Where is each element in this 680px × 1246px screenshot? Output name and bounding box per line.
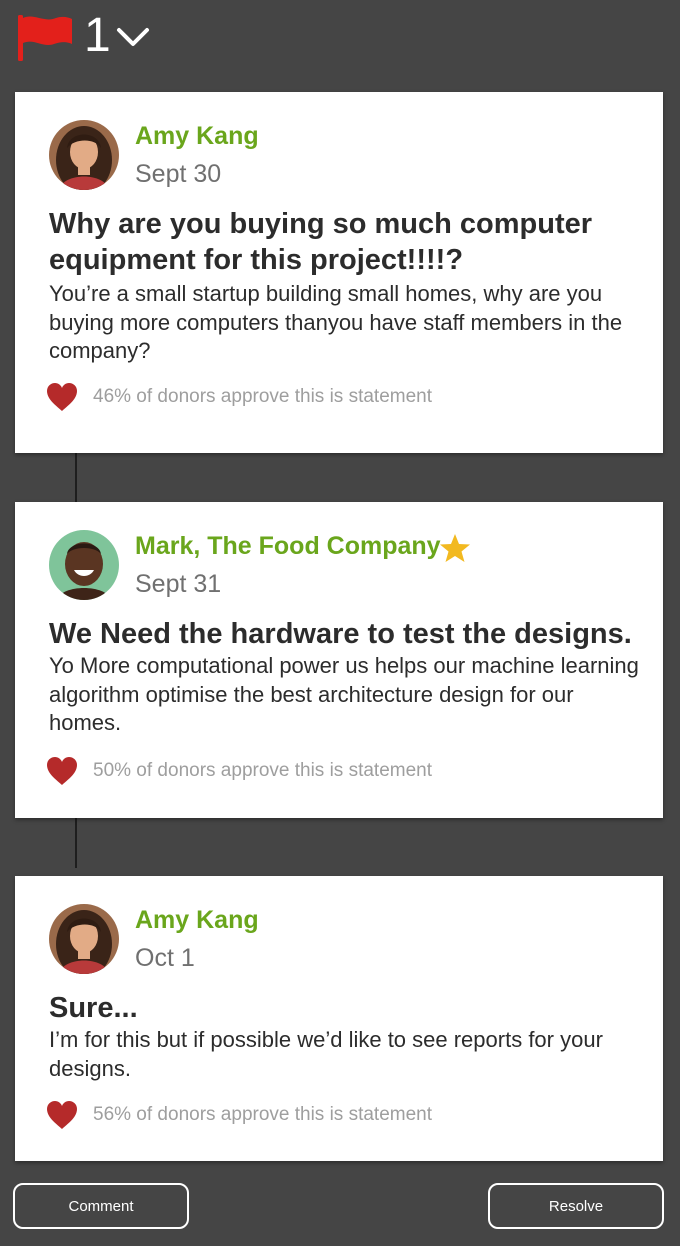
- comment-title: Sure...: [49, 992, 138, 1024]
- chevron-down-icon[interactable]: [116, 26, 150, 48]
- resolve-button[interactable]: Resolve: [488, 1183, 664, 1229]
- author-name[interactable]: Amy Kang: [135, 906, 259, 935]
- header: 1: [0, 0, 680, 80]
- approval-text: 46% of donors approve this is statement: [93, 386, 433, 407]
- comment-body: Yo More computational power us helps our…: [49, 653, 639, 735]
- author-name[interactable]: Mark, The Food Company: [135, 532, 441, 561]
- author-name[interactable]: Amy Kang: [135, 122, 259, 151]
- heart-icon[interactable]: [46, 756, 78, 786]
- flag-count: 1: [84, 9, 111, 62]
- comment-button[interactable]: Comment: [13, 1183, 189, 1229]
- comment-card: Amy Kang Oct 1 Sure... I’m for this but …: [15, 876, 663, 1161]
- comment-date: Sept 31: [135, 570, 222, 598]
- comment-date: Sept 30: [135, 160, 222, 188]
- comment-title: We Need the hardware to test the designs…: [49, 618, 632, 650]
- comment-card: Mark, The Food Company Sept 31 We Need t…: [15, 502, 663, 818]
- comment-title: Why are you buying so much computer equi…: [49, 208, 593, 276]
- comment-date: Oct 1: [135, 944, 195, 972]
- timeline-connector: [75, 453, 77, 502]
- avatar[interactable]: [49, 120, 119, 190]
- comment-thread-screen: 1 Amy Kang Sept 30 Why are you buying so…: [0, 0, 680, 1246]
- approval-text: 56% of donors approve this is statement: [93, 1104, 433, 1125]
- comment-card: Amy Kang Sept 30 Why are you buying so m…: [15, 92, 663, 453]
- heart-icon[interactable]: [46, 382, 78, 412]
- avatar[interactable]: [49, 904, 119, 974]
- comment-body: You’re a small startup building small ho…: [49, 281, 623, 363]
- approval-text: 50% of donors approve this is statement: [93, 760, 433, 781]
- flag-icon[interactable]: [16, 14, 74, 62]
- heart-icon[interactable]: [46, 1100, 78, 1130]
- avatar[interactable]: [49, 530, 119, 600]
- comment-body: I’m for this but if possible we’d like t…: [49, 1027, 603, 1081]
- star-icon: [440, 534, 470, 562]
- timeline-connector: [75, 818, 77, 868]
